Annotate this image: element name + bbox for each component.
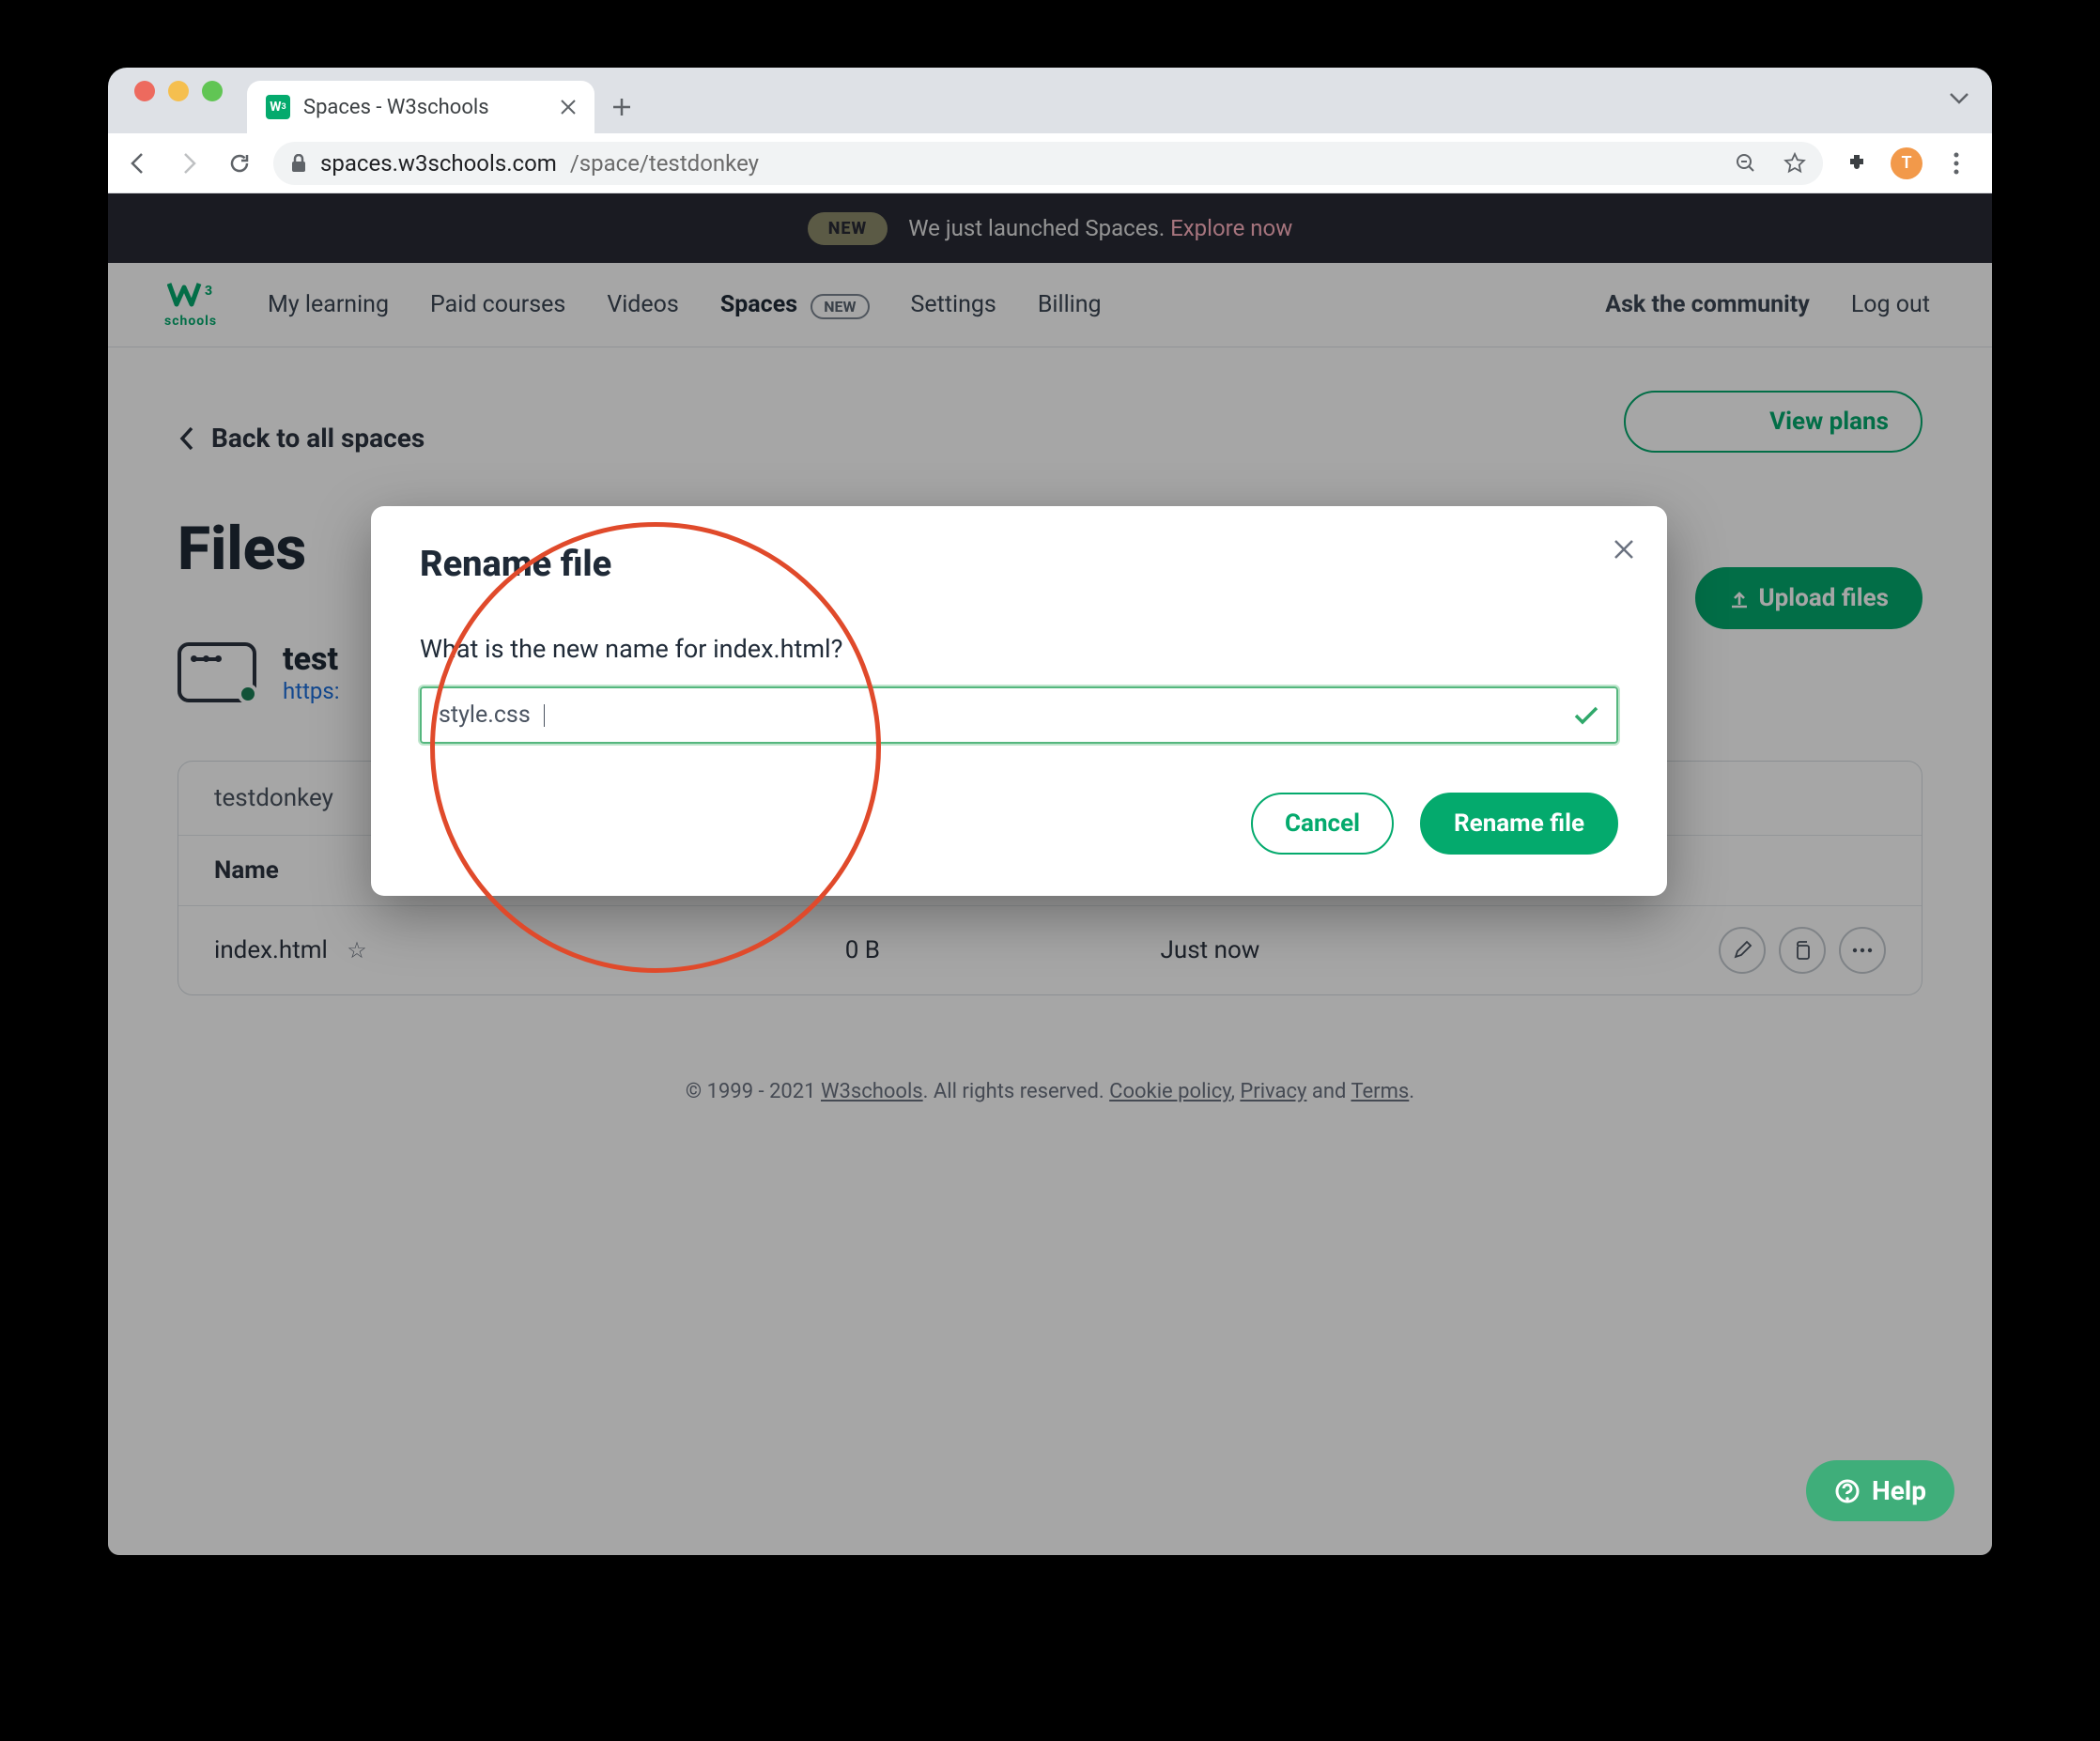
active-tab[interactable]: W3 Spaces - W3schools [247,81,594,133]
filename-value: style.css [439,701,531,729]
tab-title: Spaces - W3schools [303,96,544,119]
close-tab-icon[interactable] [557,96,579,118]
star-icon[interactable] [1783,152,1806,175]
nav-forward-icon[interactable] [172,146,206,180]
url-host: spaces.w3schools.com [320,150,557,177]
url-input[interactable]: spaces.w3schools.com/space/testdonkey [273,142,1823,185]
window-close-icon[interactable] [134,81,155,101]
zoom-icon[interactable] [1735,152,1757,175]
browser-menu-icon[interactable] [1939,146,1973,180]
help-icon [1834,1478,1861,1504]
url-path: /space/testdonkey [570,150,759,177]
w3-favicon-icon: W3 [266,95,290,119]
rename-modal: Rename file What is the new name for ind… [371,506,1667,896]
rename-confirm-button[interactable]: Rename file [1420,793,1618,855]
window-minimize-icon[interactable] [168,81,189,101]
help-button[interactable]: Help [1806,1460,1954,1521]
nav-back-icon[interactable] [121,146,155,180]
cancel-button[interactable]: Cancel [1251,793,1394,855]
valid-check-icon [1573,705,1599,726]
reload-icon[interactable] [223,146,256,180]
filename-input[interactable]: style.css [420,686,1618,744]
modal-prompt: What is the new name for index.html? [420,634,1618,664]
profile-avatar[interactable]: T [1891,147,1922,179]
tabs-dropdown-icon[interactable] [1949,92,1969,105]
new-tab-button[interactable] [604,81,640,133]
window-maximize-icon[interactable] [202,81,223,101]
extensions-icon[interactable] [1840,146,1874,180]
close-modal-button[interactable] [1613,538,1635,561]
modal-title: Rename file [420,544,1618,585]
address-bar: spaces.w3schools.com/space/testdonkey T [108,133,1992,193]
browser-tab-strip: W3 Spaces - W3schools [108,68,1992,133]
lock-icon [290,154,307,173]
